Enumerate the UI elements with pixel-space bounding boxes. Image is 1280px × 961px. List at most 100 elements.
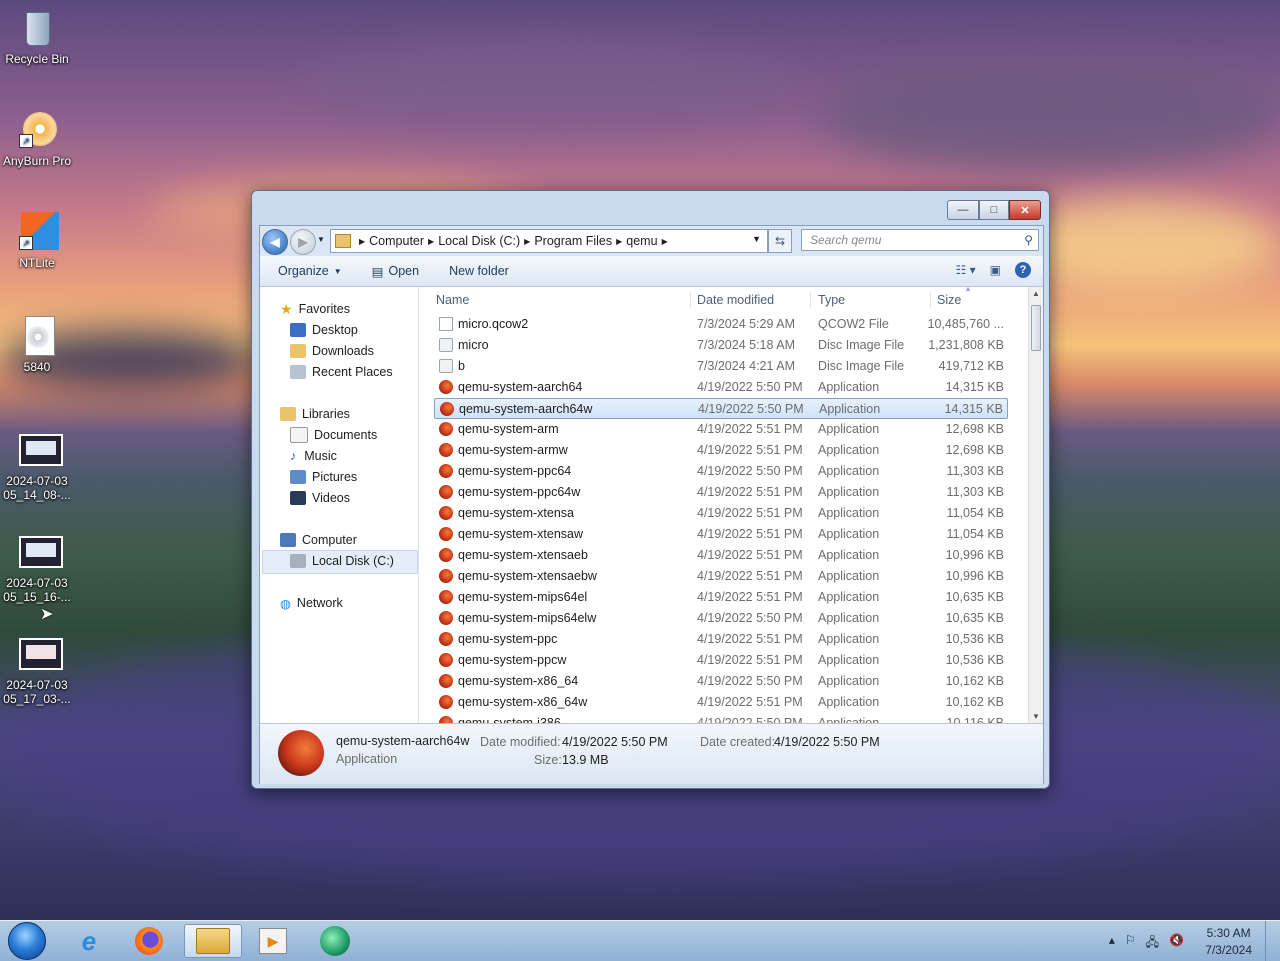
back-arrow-icon: ◀ bbox=[270, 235, 280, 249]
address-dropdown-icon[interactable]: ▼ bbox=[752, 234, 761, 244]
file-row[interactable]: qemu-system-ppc64 4/19/2022 5:50 PM Applic… bbox=[434, 461, 1008, 482]
file-row[interactable]: qemu-system-i386 4/19/2022 5:50 PM Applica… bbox=[434, 713, 1008, 723]
system-clock[interactable]: 5:30 AM 7/3/2024 bbox=[1205, 925, 1252, 959]
file-row[interactable]: qemu-system-armw 4/19/2022 5:51 PM Applica… bbox=[434, 440, 1008, 461]
show-hidden-icon[interactable]: ▴ bbox=[1109, 933, 1115, 954]
file-row[interactable]: qemu-system-xtensa 4/19/2022 5:51 PM Appli… bbox=[434, 503, 1008, 524]
breadcrumb-qemu[interactable]: qemu bbox=[626, 234, 657, 248]
refresh-button[interactable]: ⇆ bbox=[768, 229, 792, 253]
help-icon[interactable]: ? bbox=[1015, 262, 1031, 278]
file-row[interactable]: qemu-system-x86_64 4/19/2022 5:50 PM Appli… bbox=[434, 671, 1008, 692]
file-type: Application bbox=[818, 443, 880, 457]
scroll-thumb[interactable] bbox=[1031, 305, 1041, 351]
scroll-down-icon[interactable]: ▼ bbox=[1032, 712, 1040, 721]
nav-music[interactable]: ♪ Music bbox=[290, 446, 337, 466]
volume-muted-icon[interactable]: 🔇 bbox=[1169, 933, 1184, 954]
recent-pages-dropdown[interactable]: ▼ bbox=[317, 235, 325, 244]
file-date: 4/19/2022 5:51 PM bbox=[697, 527, 803, 541]
file-row[interactable]: qemu-system-aarch64 4/19/2022 5:50 PM Appl… bbox=[434, 377, 1008, 398]
file-row[interactable]: qemu-system-mips64elw 4/19/2022 5:50 PM Ap… bbox=[434, 608, 1008, 629]
file-row[interactable]: qemu-system-ppcw 4/19/2022 5:51 PM Applica… bbox=[434, 650, 1008, 671]
file-row[interactable]: qemu-system-xtensaebw 4/19/2022 5:51 PM Ap… bbox=[434, 566, 1008, 587]
file-row[interactable]: qemu-system-arm 4/19/2022 5:51 PM Applicat… bbox=[434, 419, 1008, 440]
desktop-icon-anyburn[interactable]: ↗ AnyBurn Pro bbox=[0, 110, 74, 168]
file-date: 4/19/2022 5:50 PM bbox=[697, 611, 803, 625]
nav-desktop[interactable]: Desktop bbox=[290, 320, 358, 340]
file-type: Application bbox=[818, 548, 880, 562]
explorer-window[interactable]: — □ ✕ ◀ ▶ ▼ ▶ Computer ▶ Local Disk (C:)… bbox=[251, 190, 1050, 789]
nav-libraries[interactable]: Libraries bbox=[280, 404, 350, 424]
taskbar-firefox[interactable] bbox=[122, 924, 176, 958]
scroll-up-icon[interactable]: ▲ bbox=[1032, 289, 1040, 298]
nav-recent-places[interactable]: Recent Places bbox=[290, 362, 393, 382]
minimize-button[interactable]: — bbox=[947, 200, 979, 220]
nav-network[interactable]: ◍ Network bbox=[280, 593, 343, 613]
column-date[interactable]: Date modified bbox=[697, 293, 774, 307]
column-divider[interactable] bbox=[810, 291, 811, 309]
breadcrumb-program-files[interactable]: Program Files bbox=[534, 234, 612, 248]
view-options-icon[interactable]: ☷ ▾ bbox=[956, 263, 976, 277]
nav-favorites[interactable]: ★ Favorites bbox=[280, 299, 350, 319]
taskbar-file-explorer[interactable] bbox=[184, 924, 242, 958]
nav-local-disk[interactable]: Local Disk (C:) bbox=[290, 551, 394, 571]
taskbar-green-app[interactable] bbox=[308, 924, 362, 958]
new-folder-button[interactable]: New folder bbox=[449, 264, 509, 278]
column-name[interactable]: Name bbox=[436, 293, 469, 307]
file-name: qemu-system-aarch64 bbox=[458, 380, 583, 394]
file-type: Application bbox=[818, 380, 880, 394]
organize-menu[interactable]: Organize ▼ bbox=[278, 264, 342, 278]
nav-documents[interactable]: Documents bbox=[290, 425, 377, 445]
forward-button[interactable]: ▶ bbox=[290, 229, 316, 255]
file-row[interactable]: qemu-system-aarch64w 4/19/2022 5:50 PM App… bbox=[434, 398, 1008, 419]
desktop-icon-screenshot-2[interactable]: 2024-07-03 05_15_16-... bbox=[0, 532, 74, 604]
address-bar[interactable]: ▶ Computer ▶ Local Disk (C:) ▶ Program F… bbox=[330, 229, 768, 253]
desktop-icon-screenshot-3[interactable]: 2024-07-03 05_17_03-... bbox=[0, 634, 74, 706]
nav-downloads[interactable]: Downloads bbox=[290, 341, 374, 361]
column-type[interactable]: Type bbox=[818, 293, 845, 307]
file-row[interactable]: qemu-system-mips64el 4/19/2022 5:51 PM App… bbox=[434, 587, 1008, 608]
file-name: b bbox=[458, 359, 465, 373]
star-icon: ★ bbox=[280, 300, 293, 317]
nav-label: Computer bbox=[302, 533, 357, 547]
network-icon[interactable]: 🖧 bbox=[1146, 933, 1159, 954]
nav-pictures[interactable]: Pictures bbox=[290, 467, 357, 487]
file-row[interactable]: qemu-system-ppc 4/19/2022 5:51 PM Applicat… bbox=[434, 629, 1008, 650]
file-size: 11,303 KB bbox=[946, 485, 1004, 499]
file-row[interactable]: qemu-system-xtensaw 4/19/2022 5:51 PM Appl… bbox=[434, 524, 1008, 545]
close-button[interactable]: ✕ bbox=[1009, 200, 1041, 220]
flag-icon[interactable]: ⚐ bbox=[1125, 933, 1136, 954]
search-box[interactable]: Search qemu ⚲ bbox=[801, 229, 1039, 251]
desktop-icon-ntlite[interactable]: ↗ NTLite bbox=[0, 212, 74, 270]
file-row[interactable]: qemu-system-xtensaeb 4/19/2022 5:51 PM App… bbox=[434, 545, 1008, 566]
column-divider[interactable] bbox=[690, 291, 691, 309]
open-button[interactable]: ▤ Open bbox=[372, 264, 419, 279]
start-button[interactable] bbox=[0, 922, 54, 960]
preview-pane-icon[interactable]: ▣ bbox=[990, 263, 1001, 277]
taskbar-internet-explorer[interactable]: e bbox=[62, 924, 116, 958]
back-button[interactable]: ◀ bbox=[262, 229, 288, 255]
file-date: 4/19/2022 5:51 PM bbox=[697, 422, 803, 436]
breadcrumb-computer[interactable]: Computer bbox=[369, 234, 424, 248]
file-row[interactable]: qemu-system-x86_64w 4/19/2022 5:51 PM Appl… bbox=[434, 692, 1008, 713]
file-size: 12,698 KB bbox=[945, 443, 1004, 457]
desktop-icon-screenshot-1[interactable]: 2024-07-03 05_14_08-... bbox=[0, 430, 74, 502]
vertical-scrollbar[interactable]: ▲ ▼ bbox=[1028, 287, 1043, 723]
file-row[interactable]: qemu-system-ppc64w 4/19/2022 5:51 PM Appli… bbox=[434, 482, 1008, 503]
nav-videos[interactable]: Videos bbox=[290, 488, 350, 508]
maximize-button[interactable]: □ bbox=[979, 200, 1009, 220]
details-date-created: 4/19/2022 5:50 PM bbox=[774, 735, 880, 749]
breadcrumb-local-disk[interactable]: Local Disk (C:) bbox=[438, 234, 520, 248]
column-divider[interactable] bbox=[930, 291, 931, 309]
file-row[interactable]: b 7/3/2024 4:21 AM Disc Image File 419,712 … bbox=[434, 356, 1008, 377]
file-date: 4/19/2022 5:50 PM bbox=[698, 402, 804, 416]
column-size[interactable]: Size bbox=[937, 293, 961, 307]
taskbar-media-player[interactable]: ▶ bbox=[246, 924, 300, 958]
file-row[interactable]: micro.qcow2 7/3/2024 5:29 AM QCOW2 File 10,… bbox=[434, 314, 1008, 335]
nav-computer[interactable]: Computer bbox=[280, 530, 357, 550]
command-bar: Organize ▼ ▤ Open New folder ☷ ▾ ▣ ? bbox=[260, 256, 1043, 287]
show-desktop-button[interactable] bbox=[1265, 921, 1280, 961]
nav-label: Network bbox=[296, 596, 343, 610]
file-row[interactable]: micro 7/3/2024 5:18 AM Disc Image File 1,23… bbox=[434, 335, 1008, 356]
desktop-icon-5840[interactable]: 5840 bbox=[0, 316, 74, 374]
desktop-icon-recycle-bin[interactable]: Recycle Bin bbox=[0, 8, 74, 66]
